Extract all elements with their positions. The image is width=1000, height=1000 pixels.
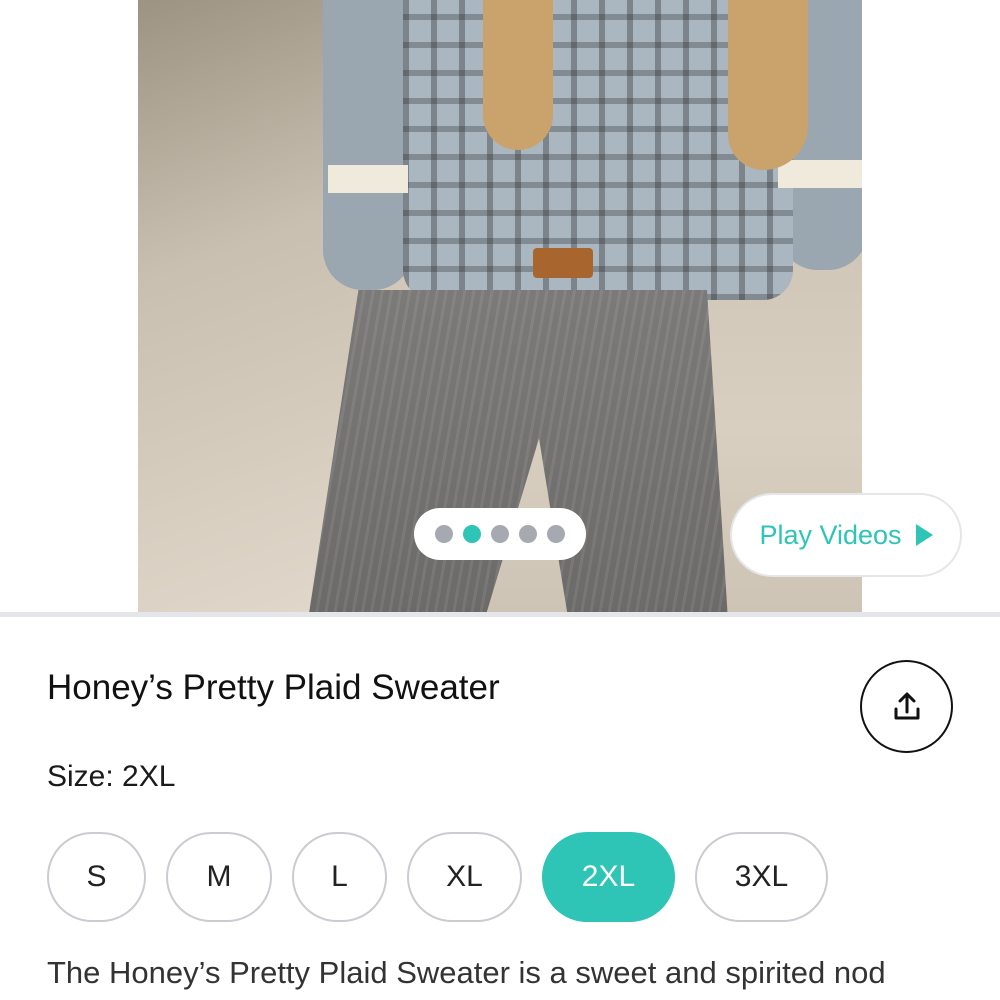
product-gallery[interactable]: Play Videos: [0, 0, 1000, 613]
pager-dot[interactable]: [491, 525, 509, 543]
pager-dot-active[interactable]: [463, 525, 481, 543]
image-hair-right: [728, 0, 808, 170]
size-option-3xl[interactable]: 3XL: [695, 832, 828, 922]
play-videos-label: Play Videos: [759, 519, 902, 550]
size-option-xl[interactable]: XL: [407, 832, 522, 922]
image-hair-left: [483, 0, 553, 150]
image-sleeve-left: [323, 0, 413, 290]
section-divider: [0, 612, 1000, 617]
size-label: Size:: [47, 760, 114, 793]
pager-dot[interactable]: [547, 525, 565, 543]
image-trousers: [308, 290, 728, 613]
image-belt: [533, 248, 593, 278]
image-sleeve-stripe-right: [778, 160, 862, 188]
pager-dot[interactable]: [519, 525, 537, 543]
size-option-2xl[interactable]: 2XL: [542, 832, 675, 922]
share-button[interactable]: [860, 660, 953, 753]
share-icon: [894, 692, 919, 719]
pager-dot[interactable]: [435, 525, 453, 543]
product-description: The Honey’s Pretty Plaid Sweater is a sw…: [47, 955, 886, 990]
selected-size-value: 2XL: [122, 760, 176, 793]
play-icon: [915, 524, 933, 546]
size-option-s[interactable]: S: [47, 832, 146, 922]
image-sleeve-stripe-left: [328, 165, 408, 193]
size-option-m[interactable]: M: [166, 832, 272, 922]
size-option-l[interactable]: L: [292, 832, 387, 922]
size-selection-line: Size: 2XL: [47, 760, 175, 794]
product-title: Honey’s Pretty Plaid Sweater: [47, 668, 500, 707]
image-pager: [414, 508, 586, 560]
play-videos-button[interactable]: Play Videos: [730, 493, 962, 577]
